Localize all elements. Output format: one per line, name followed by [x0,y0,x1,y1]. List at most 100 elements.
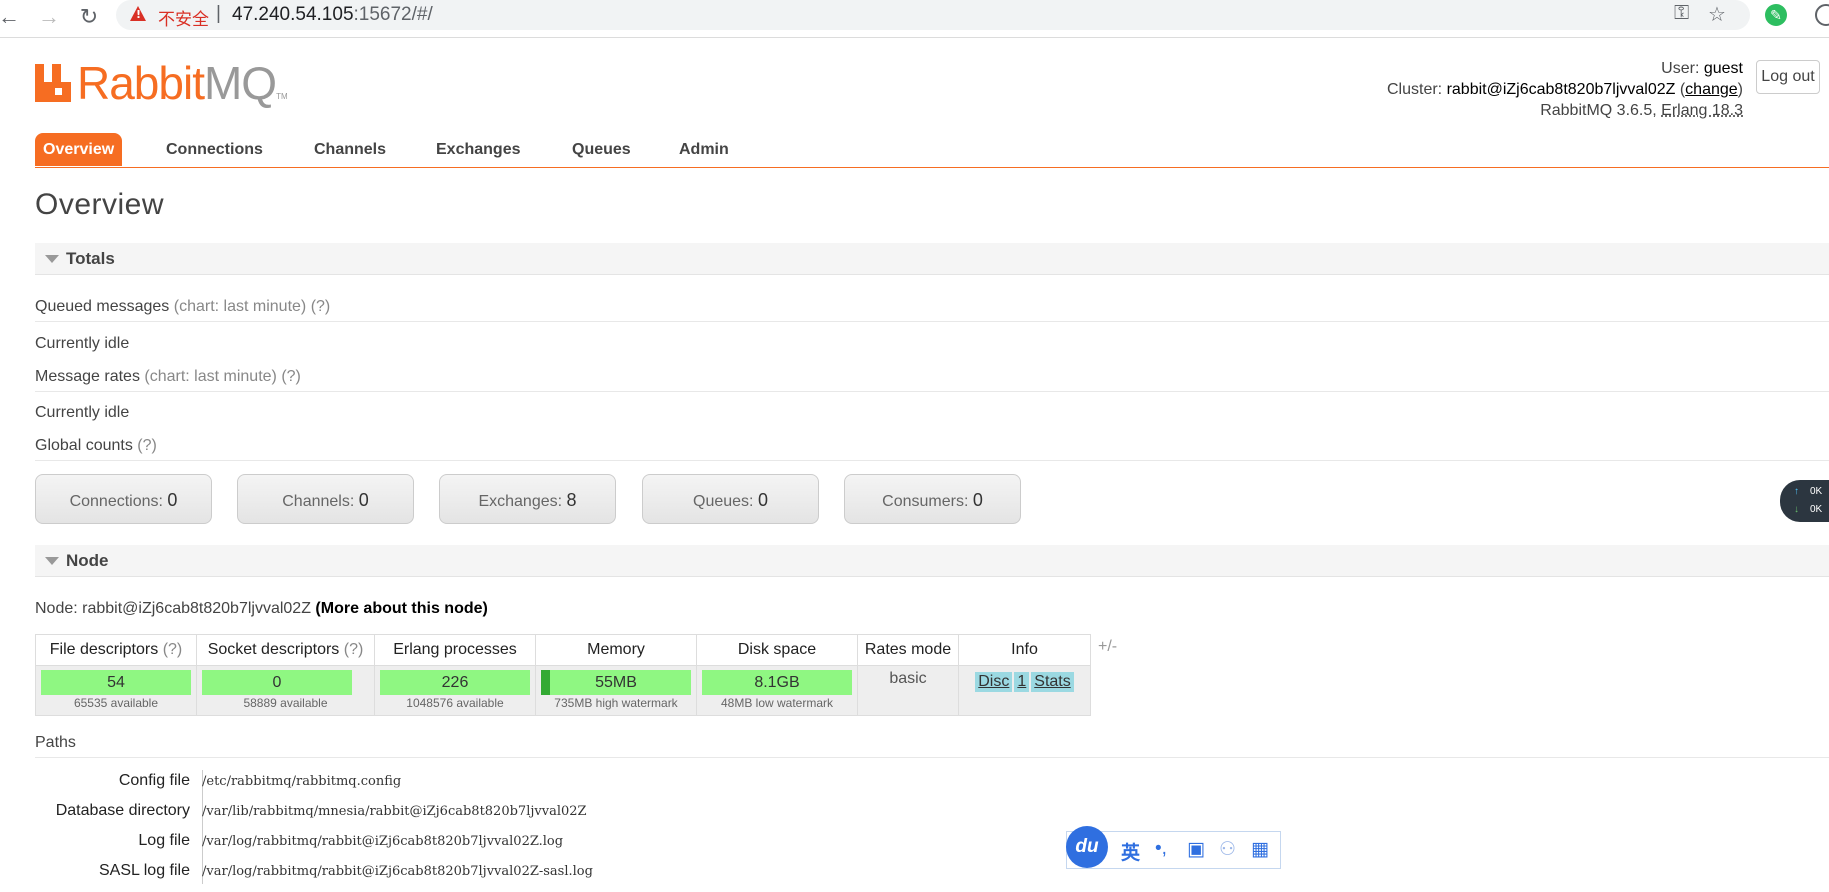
memory-bar: 55MB [541,670,691,695]
collapse-triangle-icon [45,557,59,565]
socket-descriptors-cell: 0 58889 available [196,665,375,716]
punctuation-icon[interactable]: •, [1155,838,1167,860]
stats-tag[interactable]: Stats [1031,672,1074,692]
socket-descriptors-header: Socket descriptors (?) [196,634,375,666]
rates-mode-header: Rates mode [857,634,959,666]
insecure-label: 不安全 [158,10,209,30]
address-bar[interactable]: 不安全 | 47.240.54.105:15672/#/ ⚿ ☆ [116,0,1750,30]
node-stats-table: File descriptors (?) Socket descriptors … [35,634,1091,716]
erlang-processes-available: 1048576 available [406,696,504,710]
exchanges-count[interactable]: Exchanges: 8 [439,474,616,524]
path-key: Config file [118,772,190,789]
profile-icon[interactable] [1815,4,1829,26]
forward-icon[interactable]: → [36,4,62,30]
path-value: /var/lib/rabbitmq/mnesia/rabbit@iZj6cab8… [202,804,587,819]
tab-queues[interactable]: Queues [564,133,639,166]
user-line: User: guest [1661,60,1743,77]
rabbitmq-logo-text: RabbitMQTM [77,57,288,109]
baidu-ime-logo[interactable]: du [1066,826,1108,868]
user-icon[interactable]: ⚇ [1219,838,1236,861]
global-counts-hint[interactable]: (?) [137,437,157,454]
node-name: rabbit@iZj6cab8t820b7ljvval02Z [82,600,311,617]
upload-speed: 0K [1810,486,1823,497]
url-host: 47.240.54.105 [232,4,354,25]
node-title: Node [66,551,109,570]
file-descriptors-available: 65535 available [73,696,159,710]
erlang-processes-cell: 226 1048576 available [374,665,536,716]
paths-heading: Paths [35,734,1829,758]
path-key: Database directory [55,802,190,819]
path-row-log: Log file /var/log/rabbitmq/rabbit@iZj6ca… [35,832,563,862]
global-counts-heading: Global counts (?) [35,437,1829,461]
disk-space-cell: 8.1GB 48MB low watermark [696,665,858,716]
path-row-database: Database directory /var/lib/rabbitmq/mne… [35,802,587,832]
totals-title: Totals [66,249,115,268]
file-descriptors-header: File descriptors (?) [35,634,197,666]
url-text[interactable]: 47.240.54.105:15672/#/ [232,4,433,26]
url-path: :15672/#/ [353,4,433,25]
change-cluster-link[interactable]: change [1685,81,1738,98]
star-icon[interactable]: ☆ [1708,2,1726,27]
rabbitmq-logo-mark [35,64,71,102]
version-line: RabbitMQ 3.6.5, Erlang 18.3 [1540,102,1743,119]
collapse-triangle-icon [45,255,59,263]
erlang-processes-bar: 226 [380,670,530,695]
memory-header: Memory [535,634,697,666]
connections-count[interactable]: Connections: 0 [35,474,212,524]
message-rates-hint[interactable]: (chart: last minute) (?) [144,368,300,385]
path-value: /var/log/rabbitmq/rabbit@iZj6cab8t820b7l… [202,864,593,879]
totals-section-header[interactable]: Totals [35,243,1829,275]
reload-icon[interactable]: ↻ [76,4,102,30]
ime-language-toggle[interactable]: 英 [1121,838,1140,865]
disc-tag[interactable]: Disc [975,672,1013,692]
cluster-name: rabbit@iZj6cab8t820b7ljvval02Z [1446,81,1676,98]
message-rates-idle: Currently idle [35,404,130,421]
file-descriptors-bar: 54 [41,670,191,695]
path-key: SASL log file [98,862,190,879]
index-tag[interactable]: 1 [1014,672,1030,692]
memory-watermark: 735MB high watermark [554,696,678,710]
login-info: User: guest Cluster: rabbit@iZj6cab8t820… [1387,58,1743,121]
grid-menu-icon[interactable]: ▦ [1251,838,1269,861]
upload-arrow-icon: ↑ [1794,486,1799,497]
page-title: Overview [35,188,165,221]
node-line: Node: rabbit@iZj6cab8t820b7ljvval02Z (Mo… [35,600,488,617]
memory-cell: 55MB 735MB high watermark [535,665,697,716]
socket-descriptors-available: 58889 available [243,696,328,710]
tab-exchanges[interactable]: Exchanges [428,133,528,166]
current-user: guest [1703,60,1743,77]
rates-mode-value: basic [857,665,959,716]
tab-connections[interactable]: Connections [158,133,271,166]
url-separator: | [216,3,221,24]
toolbox-icon[interactable]: ▣ [1187,838,1205,861]
back-icon[interactable]: ← [0,4,22,30]
queued-messages-heading: Queued messages (chart: last minute) (?) [35,298,1829,322]
browser-toolbar: ← → ↻ 不安全 | 47.240.54.105:15672/#/ ⚿ ☆ ✎ [0,0,1829,38]
tab-admin[interactable]: Admin [671,133,737,166]
logout-button[interactable]: Log out [1756,60,1820,94]
evernote-extension-icon[interactable]: ✎ [1765,4,1787,26]
key-icon[interactable]: ⚿ [1674,2,1689,25]
path-row-sasl-log: SASL log file /var/log/rabbitmq/rabbit@i… [35,862,593,892]
download-speed: 0K [1810,504,1823,515]
cluster-line: Cluster: rabbit@iZj6cab8t820b7ljvval02Z … [1387,81,1743,98]
more-about-node-link[interactable]: (More about this node) [315,600,487,617]
path-value: /var/log/rabbitmq/rabbit@iZj6cab8t820b7l… [202,834,564,849]
warning-icon [130,6,146,21]
disk-space-watermark: 48MB low watermark [720,696,834,710]
toggle-columns-button[interactable]: +/- [1098,638,1117,656]
tab-channels[interactable]: Channels [306,133,394,166]
socket-descriptors-bar: 0 [202,670,352,695]
info-header: Info [958,634,1091,666]
channels-count[interactable]: Channels: 0 [237,474,414,524]
queues-count[interactable]: Queues: 0 [642,474,819,524]
queued-messages-hint[interactable]: (chart: last minute) (?) [174,298,330,315]
tab-overview[interactable]: Overview [35,133,123,166]
consumers-count[interactable]: Consumers: 0 [844,474,1021,524]
path-value: /etc/rabbitmq/rabbitmq.config [202,774,402,789]
path-key: Log file [138,832,190,849]
erlang-processes-header: Erlang processes [374,634,536,666]
node-section-header[interactable]: Node [35,545,1829,577]
info-cell: Disc 1 Stats [958,665,1091,716]
file-descriptors-cell: 54 65535 available [35,665,197,716]
